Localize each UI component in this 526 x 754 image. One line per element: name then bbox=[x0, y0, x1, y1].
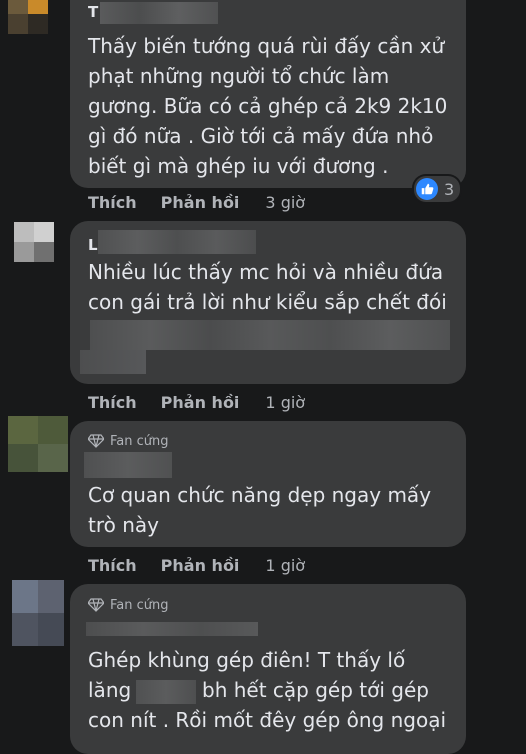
comment-text-line: con gái trả lời như kiểu sắp chết đói bbox=[88, 290, 447, 314]
comment-text-line: trò này bbox=[88, 513, 159, 537]
comment-text-line: Ghép khùng gép điên! T thấy lố bbox=[88, 648, 406, 672]
diamond-icon bbox=[88, 598, 104, 612]
top-fan-badge: Fan cứng bbox=[88, 432, 169, 450]
reply-button[interactable]: Phản hồi bbox=[161, 556, 240, 575]
like-button[interactable]: Thích bbox=[88, 193, 137, 212]
comment-actions: Thích Phản hồi 3 giờ bbox=[88, 192, 305, 212]
comment-text-line: Thấy biến tướng quá rùi đấy cần xử bbox=[88, 34, 445, 58]
thumbs-up-icon bbox=[416, 178, 438, 200]
comment-text-line: con nít . Rồi mốt đêy gép ông ngoại bbox=[88, 708, 447, 732]
commenter-avatar[interactable] bbox=[8, 0, 48, 34]
like-button[interactable]: Thích bbox=[88, 556, 137, 575]
redacted-author-name bbox=[86, 622, 258, 636]
author-name[interactable]: T bbox=[88, 3, 98, 21]
redacted-text bbox=[136, 680, 196, 704]
comment-text-line: gương. Bữa có cả ghép cả 2k9 2k10 bbox=[88, 94, 448, 118]
comment-actions: Thích Phản hồi 1 giờ bbox=[88, 555, 305, 575]
comment-text-line: bh hết cặp gép tới gép bbox=[202, 678, 429, 702]
reply-button[interactable]: Phản hồi bbox=[161, 193, 240, 212]
redacted-text bbox=[80, 350, 146, 374]
commenter-avatar[interactable] bbox=[8, 416, 68, 472]
redacted-author-name bbox=[84, 452, 172, 478]
top-fan-badge: Fan cứng bbox=[88, 596, 169, 614]
comment-text-line: phạt những người tổ chức làm bbox=[88, 64, 390, 88]
comment-actions: Thích Phản hồi 1 giờ bbox=[88, 392, 305, 412]
redacted-author-name bbox=[100, 2, 218, 24]
reaction-summary[interactable]: 3 bbox=[414, 176, 461, 202]
comment-text-line: lăng bbox=[88, 678, 132, 702]
comment-timestamp[interactable]: 1 giờ bbox=[265, 556, 305, 575]
redacted-text bbox=[90, 320, 450, 350]
comment-text-line: Cơ quan chức năng dẹp ngay mấy bbox=[88, 483, 432, 507]
redacted-author-name bbox=[98, 230, 256, 254]
badge-label: Fan cứng bbox=[110, 433, 169, 449]
commenter-avatar[interactable] bbox=[12, 580, 64, 646]
comment-timestamp[interactable]: 1 giờ bbox=[265, 393, 305, 412]
like-button[interactable]: Thích bbox=[88, 393, 137, 412]
comment-timestamp[interactable]: 3 giờ bbox=[265, 193, 305, 212]
badge-label: Fan cứng bbox=[110, 597, 169, 613]
reaction-count: 3 bbox=[444, 179, 455, 199]
comment-text-line: biết gì mà ghép iu với đương . bbox=[88, 154, 389, 178]
diamond-icon bbox=[88, 434, 104, 448]
comment-text-line: Nhiều lúc thấy mc hỏi và nhiều đứa bbox=[88, 260, 444, 284]
comment-text-line: gì đó nữa . Giờ tới cả mấy đứa nhỏ bbox=[88, 124, 434, 148]
reply-button[interactable]: Phản hồi bbox=[161, 393, 240, 412]
commenter-avatar[interactable] bbox=[14, 222, 54, 262]
author-name[interactable]: L bbox=[88, 236, 98, 254]
